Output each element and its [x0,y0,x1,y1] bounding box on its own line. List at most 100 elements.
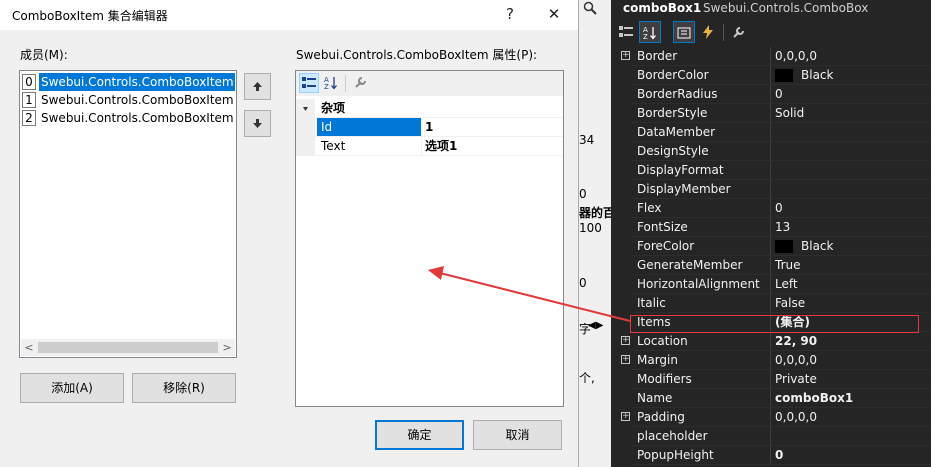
property-value[interactable]: 0,0,0,0 [775,47,817,66]
property-value[interactable]: 1 [423,118,563,136]
property-name: Border [637,49,678,63]
property-row-placeholder[interactable]: placeholder [611,427,931,446]
remove-button[interactable]: 移除(R) [132,373,236,403]
property-value[interactable]: 13 [775,218,790,237]
designer-fragment: 0 [579,276,587,290]
property-name: Modifiers [637,372,692,386]
property-value[interactable]: Left [775,275,798,294]
items-highlight-box [630,315,919,333]
property-row-location[interactable]: + Location 22, 90 [611,332,931,351]
property-value[interactable]: 0 [775,446,783,465]
list-item[interactable]: 1 Swebui.Controls.ComboBoxItem [22,91,234,109]
property-row-horizontalalignment[interactable]: HorizontalAlignment Left [611,275,931,294]
property-row-italic[interactable]: Italic False [611,294,931,313]
property-row-popupheight[interactable]: PopupHeight 0 [611,446,931,465]
scroll-arrows-icon[interactable]: ◀▶ [588,320,603,331]
members-list[interactable]: 0 Swebui.Controls.ComboBoxItem 1 Swebui.Con… [19,70,237,358]
search-icon[interactable] [583,1,597,18]
property-value[interactable]: 0 [775,199,783,218]
property-value[interactable]: Private [775,370,817,389]
cancel-button[interactable]: 取消 [473,420,562,450]
property-row-margin[interactable]: + Margin 0,0,0,0 [611,351,931,370]
property-row-designstyle[interactable]: DesignStyle [611,142,931,161]
members-label: 成员(M): [20,48,68,62]
property-value[interactable]: 0,0,0,0 [775,408,817,427]
object-name: comboBox1 [623,1,702,15]
item-label: Swebui.Controls.ComboBoxItem [41,111,234,125]
events-icon[interactable] [697,21,719,43]
expand-icon[interactable]: + [621,412,630,421]
property-value[interactable]: False [775,294,805,313]
property-row-generatemember[interactable]: GenerateMember True [611,256,931,275]
property-row-padding[interactable]: + Padding 0,0,0,0 [611,408,931,427]
property-pages-icon[interactable] [727,21,749,43]
property-value[interactable]: 0 [775,85,783,104]
property-row-modifiers[interactable]: Modifiers Private [611,370,931,389]
members-hscrollbar[interactable]: < > [21,339,235,356]
scroll-right-icon[interactable]: > [219,339,235,356]
property-row-borderstyle[interactable]: BorderStyle Solid [611,104,931,123]
designer-fragment: 34 [579,133,595,147]
categorized-icon[interactable] [299,73,319,93]
property-name: Italic [637,296,666,310]
list-item[interactable]: 2 Swebui.Controls.ComboBoxItem [22,109,234,127]
property-row-datamember[interactable]: DataMember [611,123,931,142]
property-value[interactable]: 0,0,0,0 [775,351,817,370]
scroll-left-icon[interactable]: < [21,339,37,356]
property-row-bordercolor[interactable]: BorderColor Black [611,66,931,85]
property-row-fontsize[interactable]: FontSize 13 [611,218,931,237]
svg-text:Z: Z [643,33,648,40]
categorized-icon[interactable] [615,21,637,43]
scroll-thumb[interactable] [38,342,218,353]
alphabetical-icon[interactable]: AZ [321,73,341,93]
properties-toolbar: AZ [611,19,931,45]
property-row-borderradius[interactable]: BorderRadius 0 [611,85,931,104]
property-row-text[interactable]: Text 选项1 [296,137,563,156]
move-up-button[interactable] [244,73,271,100]
property-value[interactable]: Black [801,237,833,256]
color-swatch [775,69,793,82]
property-name: Text [321,139,346,153]
property-row-id[interactable]: Id 1 [296,118,563,137]
dialog-title: ComboBoxItem 集合编辑器 [12,9,168,23]
property-name: DisplayMember [637,182,731,196]
close-button[interactable]: ✕ [542,4,566,26]
property-row-forecolor[interactable]: ForeColor Black [611,237,931,256]
category-label: 杂项 [321,101,346,115]
object-type: Swebui.Controls.ComboBox [703,1,869,15]
property-value[interactable]: 选项1 [423,137,563,155]
wrench-icon[interactable] [350,73,370,93]
property-value[interactable]: True [775,256,801,275]
designer-strip: 34 0 器的百 100 0 字 ◀▶ 个, [579,0,611,467]
property-row-displaymember[interactable]: DisplayMember [611,180,931,199]
properties-label: Swebui.Controls.ComboBoxItem 属性(P): [296,48,538,62]
property-name: placeholder [637,429,708,443]
move-down-button[interactable] [244,110,271,137]
property-value[interactable]: 22, 90 [775,332,817,351]
expand-icon[interactable]: + [621,51,630,60]
property-name: PopupHeight [637,448,714,462]
property-value[interactable]: Solid [775,104,804,123]
property-row-border[interactable]: + Border 0,0,0,0 [611,47,931,66]
object-selector[interactable]: comboBox1 Swebui.Controls.ComboBox [611,0,931,18]
properties-icon[interactable] [673,21,695,43]
collapse-icon[interactable] [296,99,315,118]
property-value[interactable]: comboBox1 [775,389,853,408]
alphabetical-icon[interactable]: AZ [639,21,661,43]
ok-button[interactable]: 确定 [375,420,464,450]
property-name: DesignStyle [637,144,709,158]
add-button[interactable]: 添加(A) [20,373,124,403]
property-value[interactable]: Black [801,66,833,85]
help-button[interactable]: ? [498,4,522,26]
property-name: DataMember [637,125,716,139]
property-row-displayformat[interactable]: DisplayFormat [611,161,931,180]
category-row[interactable]: 杂项 [296,99,563,118]
collection-editor-dialog: ComboBoxItem 集合编辑器 ? ✕ 成员(M): 0 Swebui.Co… [0,0,579,467]
item-index: 1 [22,92,36,108]
property-row-flex[interactable]: Flex 0 [611,199,931,218]
list-item[interactable]: 0 Swebui.Controls.ComboBoxItem [22,73,235,91]
expand-icon[interactable]: + [621,355,630,364]
property-row-name[interactable]: Name comboBox1 [611,389,931,408]
expand-icon[interactable]: + [621,336,630,345]
designer-fragment: 器的百 [579,206,611,220]
